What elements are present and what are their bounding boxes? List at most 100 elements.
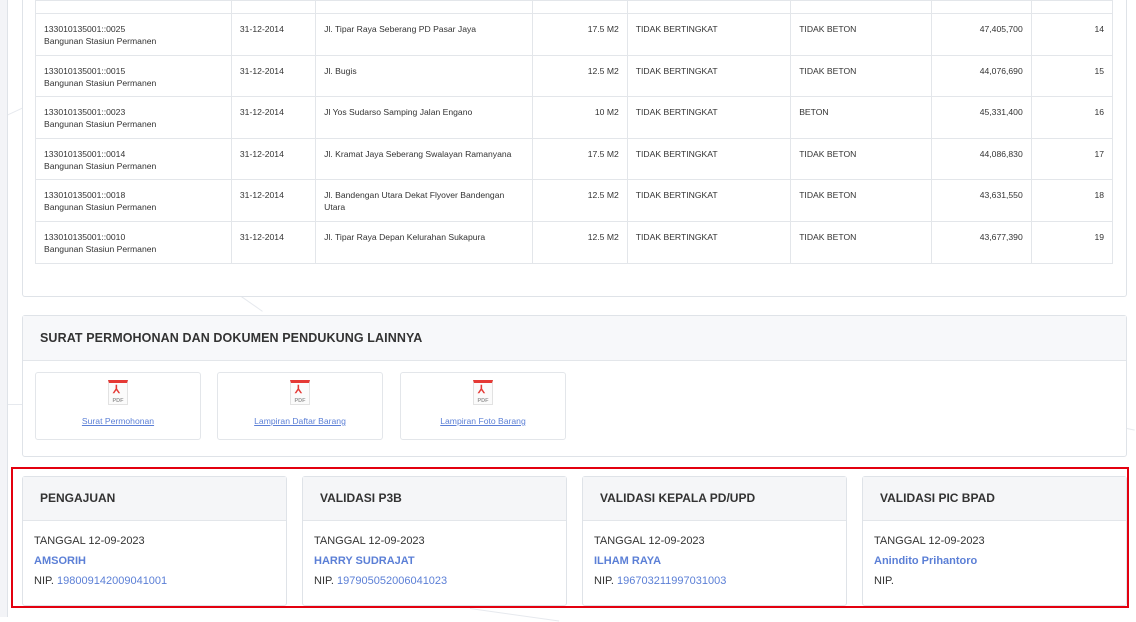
asset-concrete: TIDAK BETON: [799, 65, 857, 76]
area-cell: 12.5 M2: [532, 179, 628, 222]
table-cell: [931, 0, 1032, 14]
value-cell: 43,631,550: [931, 179, 1032, 222]
table-cell: [315, 0, 534, 14]
number-cell: 15: [1030, 54, 1114, 98]
asset-address: Jl. Tipar Raya Depan Kelurahan Sukapura: [324, 231, 486, 242]
value-cell: 47,405,700: [931, 13, 1032, 56]
asset-address: Jl. Bugis: [324, 65, 357, 76]
asset-date: 31-12-2014: [239, 107, 284, 118]
level-cell: TIDAK BERTINGKAT: [626, 96, 792, 139]
asset-desc: Bangunan Stasiun Permanen: [44, 202, 157, 213]
asset-level: TIDAK BERTINGKAT: [635, 24, 718, 34]
address-cell: Jl. Tipar Raya Seberang PD Pasar Jaya: [315, 13, 534, 56]
area-cell: 17.5 M2: [532, 13, 628, 56]
level-cell: TIDAK BERTINGKAT: [626, 137, 792, 181]
asset-address: Jl. Bandengan Utara Dekat Flyover Banden…: [324, 190, 505, 213]
number-cell: 16: [1030, 96, 1114, 139]
date-cell: 31-12-2014: [230, 220, 317, 264]
address-cell: Jl. Bugis: [315, 54, 534, 98]
table-row: 133010135001::0025 Bangunan Stasiun Perma…: [35, 13, 1114, 56]
asset-code-cell: 133010135001::0014 Bangunan Stasiun Perma…: [35, 137, 232, 181]
value-cell: 45,331,400: [931, 96, 1032, 139]
asset-code: 133010135001::0018: [44, 190, 126, 201]
table-row: 133010135001::0014 Bangunan Stasiun Perma…: [35, 137, 1114, 181]
asset-number: 19: [1094, 231, 1104, 242]
area-cell: 12.5 M2: [532, 54, 628, 98]
concrete-cell: TIDAK BETON: [790, 13, 933, 56]
doc-link-lampiran-daftar-barang[interactable]: Lampiran Daftar Barang: [218, 416, 382, 426]
pdf-icon: ⅄ PDF: [108, 380, 128, 405]
asset-date: 31-12-2014: [239, 190, 284, 201]
address-cell: Jl. Kramat Jaya Seberang Swalayan Ramany…: [315, 137, 534, 181]
address-cell: Jl. Tipar Raya Depan Kelurahan Sukapura: [315, 220, 534, 264]
asset-number: 14: [1094, 24, 1104, 34]
level-cell: TIDAK BERTINGKAT: [626, 220, 792, 264]
value-cell: 43,677,390: [931, 220, 1032, 264]
table-row-partial: [35, 0, 1114, 14]
concrete-cell: TIDAK BETON: [790, 179, 933, 222]
asset-desc: Bangunan Stasiun Permanen: [44, 160, 157, 171]
asset-code: 133010135001::0025: [44, 24, 126, 34]
asset-concrete: TIDAK BETON: [799, 24, 857, 34]
table-row: 133010135001::0010 Bangunan Stasiun Perma…: [35, 220, 1114, 264]
asset-concrete: TIDAK BETON: [799, 148, 857, 159]
asset-level: TIDAK BERTINGKAT: [635, 65, 718, 76]
asset-area: 12.5 M2: [587, 231, 619, 242]
asset-value: 43,631,550: [979, 190, 1023, 201]
asset-table: 133010135001::0025Bangunan Stasiun Perma…: [35, 0, 1114, 264]
level-cell: TIDAK BERTINGKAT: [626, 13, 792, 56]
documents-card: SURAT PERMOHONAN DAN DOKUMEN PENDUKUNG L…: [22, 315, 1127, 457]
asset-code: 133010135001::0015: [44, 65, 126, 76]
area-cell: 10 M2: [532, 96, 628, 139]
table-row: 133010135001::0015 Bangunan Stasiun Perma…: [35, 54, 1114, 98]
asset-number: 16: [1094, 107, 1104, 118]
concrete-cell: TIDAK BETON: [790, 137, 933, 181]
doc-link-lampiran-foto-barang[interactable]: Lampiran Foto Barang: [401, 416, 565, 426]
doc-tile-lampiran-foto-barang[interactable]: ⅄ PDF Lampiran Foto Barang: [400, 372, 566, 440]
area-cell: 17.5 M2: [532, 137, 628, 181]
asset-number: 15: [1094, 65, 1104, 76]
address-cell: Jl. Bandengan Utara Dekat Flyover Banden…: [315, 179, 534, 222]
doc-link-surat-permohonan[interactable]: Surat Permohonan: [36, 416, 200, 426]
asset-concrete: BETON: [799, 107, 829, 118]
asset-date: 31-12-2014: [239, 24, 284, 34]
asset-desc: Bangunan Stasiun Permanen: [44, 77, 157, 88]
asset-address: Jl. Kramat Jaya Seberang Swalayan Ramany…: [324, 148, 512, 159]
asset-code: 133010135001::0014: [44, 148, 126, 159]
background-line: [469, 608, 560, 622]
address-cell: Jl Yos Sudarso Samping Jalan Engano: [315, 96, 534, 139]
asset-number: 17: [1094, 148, 1104, 159]
pdf-icon: ⅄ PDF: [473, 380, 493, 405]
asset-area: 10 M2: [594, 107, 619, 118]
asset-area: 17.5 M2: [587, 24, 619, 34]
asset-date: 31-12-2014: [239, 65, 284, 76]
value-cell: 44,086,830: [931, 137, 1032, 181]
asset-area: 17.5 M2: [587, 148, 619, 159]
table-cell: [790, 0, 933, 14]
asset-area: 12.5 M2: [587, 190, 619, 201]
level-cell: TIDAK BERTINGKAT: [626, 54, 792, 98]
asset-code: 133010135001::0010: [44, 231, 126, 242]
asset-value: 44,086,830: [979, 148, 1023, 159]
asset-value: 43,677,390: [979, 231, 1023, 242]
doc-tile-lampiran-daftar-barang[interactable]: ⅄ PDF Lampiran Daftar Barang: [217, 372, 383, 440]
highlight-box: [11, 467, 1129, 608]
asset-number: 18: [1094, 190, 1104, 201]
asset-desc: Bangunan Stasiun Permanen: [44, 243, 157, 254]
level-cell: TIDAK BERTINGKAT: [626, 179, 792, 222]
date-cell: 31-12-2014: [230, 96, 317, 139]
date-cell: 31-12-2014: [230, 179, 317, 222]
date-cell: 31-12-2014: [230, 54, 317, 98]
asset-level: TIDAK BERTINGKAT: [635, 107, 718, 118]
table-cell: [230, 0, 317, 14]
doc-tile-surat-permohonan[interactable]: ⅄ PDF Surat Permohonan: [35, 372, 201, 440]
number-cell: 14: [1030, 13, 1114, 56]
table-cell: [626, 0, 792, 14]
asset-desc: Bangunan Stasiun Permanen: [44, 119, 157, 130]
table-cell: [35, 0, 232, 14]
value-cell: 44,076,690: [931, 54, 1032, 98]
asset-level: TIDAK BERTINGKAT: [635, 148, 718, 159]
asset-code: 133010135001::0023: [44, 107, 126, 118]
asset-date: 31-12-2014: [239, 148, 284, 159]
table-cell: [532, 0, 628, 14]
